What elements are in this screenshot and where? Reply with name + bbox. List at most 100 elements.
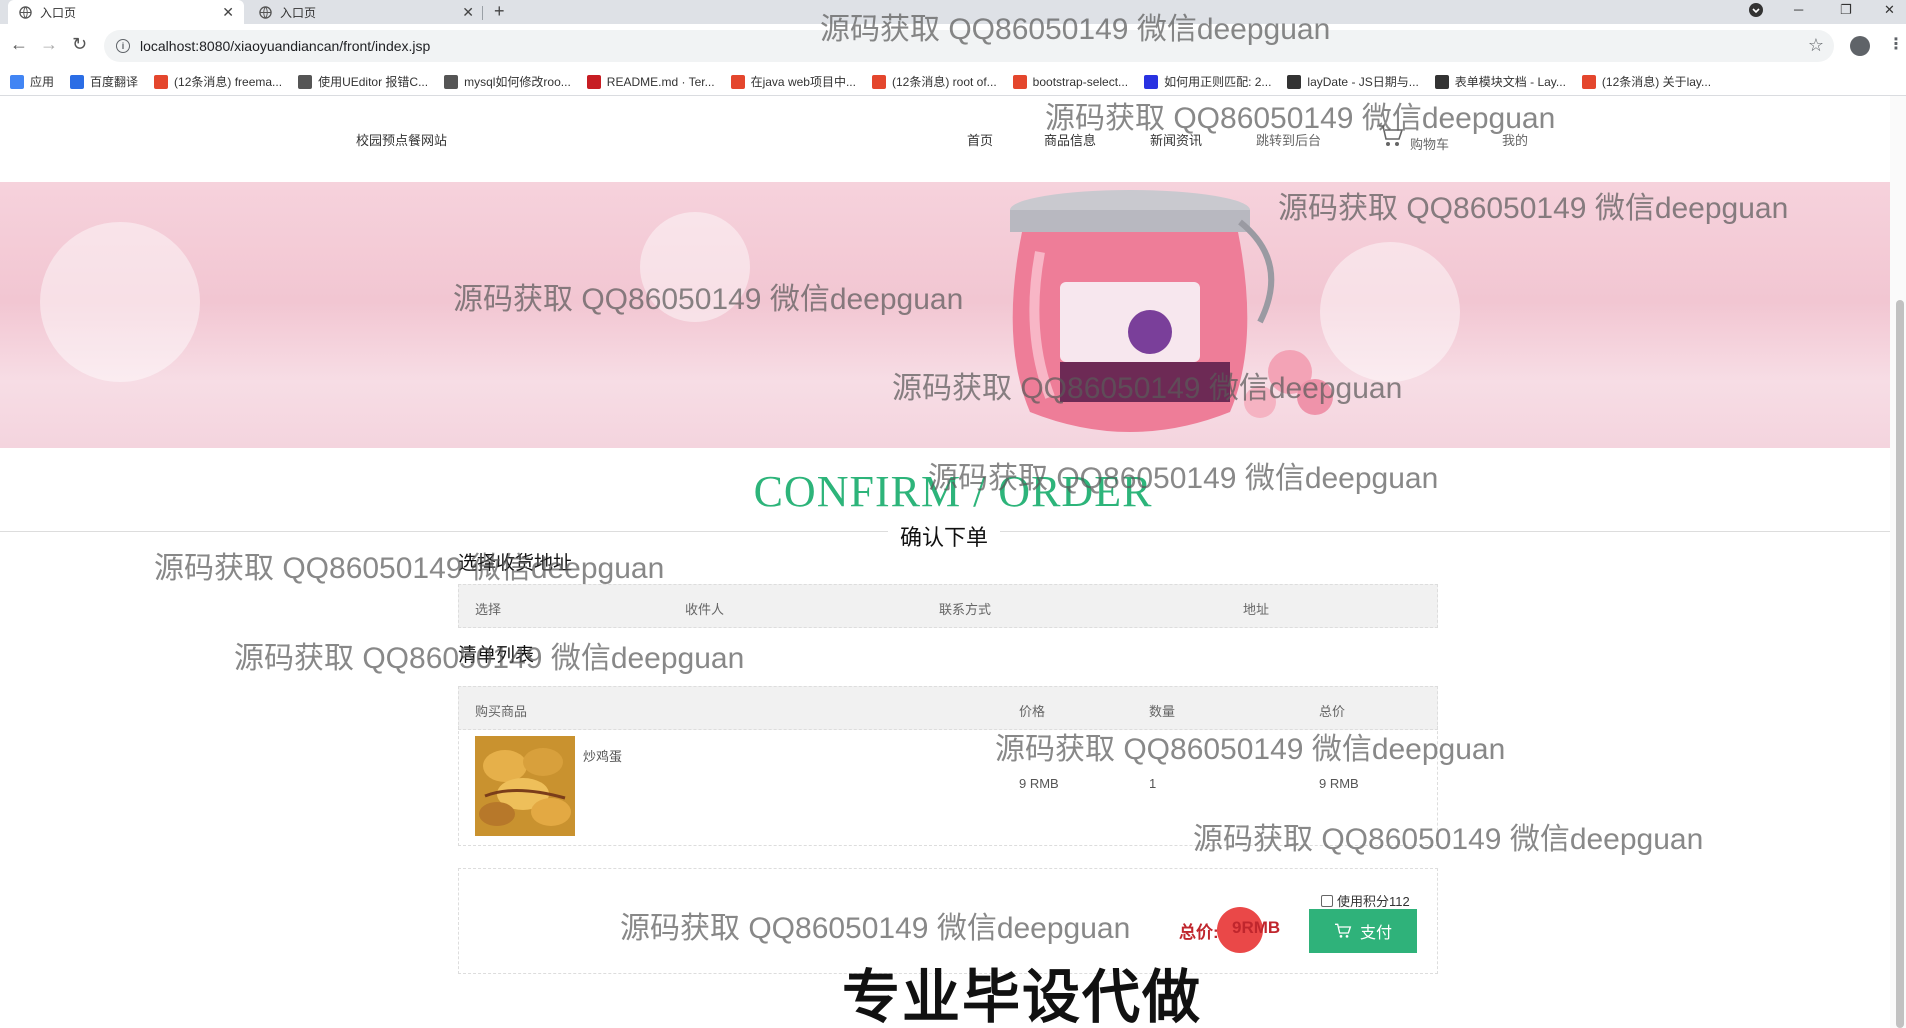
bookmark-item[interactable]: 使用UEditor 报错C... — [298, 73, 428, 90]
nav-cart[interactable]: 购物车 — [1410, 134, 1449, 153]
bookmark-favicon-icon — [1287, 74, 1302, 89]
globe-icon — [258, 5, 272, 19]
item-name[interactable]: 炒鸡蛋 — [583, 746, 622, 765]
bookmark-label: bootstrap-select... — [1032, 74, 1129, 89]
header-total: 总价 — [1319, 704, 1346, 719]
nav-news[interactable]: 新闻资讯 — [1150, 130, 1202, 149]
apps-grid-icon — [10, 74, 24, 89]
item-quantity: 1 — [1149, 776, 1157, 791]
restore-icon[interactable]: ❐ — [1840, 2, 1852, 18]
bookmark-label: 在java web项目中... — [750, 75, 856, 89]
tab-separator — [482, 6, 483, 20]
bookmark-favicon-icon — [586, 74, 601, 89]
bookmarks-bar: 应用 百度翻译 (12条消息) freema... 使用UEditor 报错C... m… — [0, 68, 1906, 96]
bookmark-label: 使用UEditor 报错C... — [318, 75, 429, 89]
bookmark-favicon-icon — [1581, 74, 1596, 89]
new-tab-plus-icon[interactable]: + — [494, 1, 505, 22]
minimize-icon[interactable]: ─ — [1794, 2, 1803, 17]
bookmark-label: (12条消息) 关于lay... — [1601, 75, 1712, 89]
site-logo-title[interactable]: 校园预点餐网站 — [356, 130, 447, 149]
nav-products[interactable]: 商品信息 — [1044, 130, 1096, 149]
address-table-header: 选择 收件人 联系方式 地址 — [458, 584, 1438, 628]
menu-kebab-icon[interactable]: ⋮ — [1888, 34, 1904, 54]
site-header: 校园预点餐网站 首页 商品信息 新闻资讯 跳转到后台 购物车 我的 — [0, 96, 1906, 182]
banner-bokeh — [640, 212, 750, 322]
forward-arrow-icon[interactable]: → — [40, 34, 58, 55]
bookmark-item[interactable]: 百度翻译 — [70, 73, 138, 90]
bookmark-favicon-icon — [871, 74, 886, 89]
use-points-label: 使用积分112 — [1337, 894, 1410, 909]
use-points-checkbox[interactable]: 使用积分112 — [1321, 891, 1410, 910]
address-bar-row: ← → ↻ i localhost:8080/xiaoyuandiancan/f… — [0, 24, 1906, 68]
checkbox-box[interactable] — [1321, 894, 1333, 907]
product-thumbnail — [475, 736, 575, 836]
tab-title: 入口页 — [280, 5, 317, 20]
watermark: 源码获取 QQ86050149 微信deepguan — [154, 552, 665, 585]
hero-banner — [0, 182, 1906, 448]
nav-admin[interactable]: 跳转到后台 — [1256, 130, 1321, 149]
bookmark-item[interactable]: 在java web项目中... — [730, 73, 856, 90]
bookmark-item[interactable]: (12条消息) 关于lay... — [1581, 73, 1712, 90]
header-product: 购买商品 — [475, 704, 528, 719]
bookmark-label: 百度翻译 — [90, 75, 139, 89]
bookmark-star-icon[interactable]: ☆ — [1808, 35, 1824, 56]
bookmark-label: (12条消息) root of... — [891, 75, 997, 89]
close-icon[interactable]: ✕ — [222, 4, 234, 21]
header-quantity: 数量 — [1149, 704, 1176, 719]
bookmark-favicon-icon — [70, 74, 85, 89]
url-text: localhost:8080/xiaoyuandiancan/front/ind… — [140, 38, 431, 54]
browser-tab-1[interactable]: 入口页 ✕ — [8, 0, 244, 24]
bookmark-item[interactable]: mysql如何修改roo... — [444, 73, 571, 90]
reload-icon[interactable]: ↻ — [72, 34, 87, 55]
info-icon[interactable]: i — [116, 39, 130, 53]
browser-tab-2[interactable]: 入口页 ✕ — [248, 0, 484, 24]
section-title-cn: 确认下单 — [888, 520, 1001, 552]
header-select: 选择 — [475, 602, 502, 617]
pay-button[interactable]: 支付 — [1309, 909, 1417, 953]
url-input[interactable]: i localhost:8080/xiaoyuandiancan/front/i… — [104, 30, 1834, 62]
bookmark-label: layDate - JS日期与... — [1307, 75, 1419, 89]
tab-title: 入口页 — [40, 5, 77, 20]
globe-icon — [18, 5, 32, 19]
header-price: 价格 — [1019, 704, 1046, 719]
bookmark-item[interactable]: 如何用正则匹配: 2... — [1144, 73, 1271, 90]
bookmark-favicon-icon — [154, 74, 169, 89]
header-receiver: 收件人 — [685, 602, 725, 617]
bookmark-item[interactable]: (12条消息) root of... — [871, 73, 997, 90]
bookmark-favicon-icon — [1144, 74, 1159, 89]
bookmark-favicon-icon — [730, 74, 745, 89]
profile-dropdown-icon[interactable] — [1748, 2, 1764, 21]
cart-icon[interactable] — [1378, 124, 1404, 146]
promo-banner-text: 专业毕设代做 — [842, 965, 1203, 1028]
bookmark-item[interactable]: 应用 — [10, 73, 54, 90]
bookmark-item[interactable]: (12条消息) freema... — [154, 73, 282, 90]
window-close-icon[interactable]: ✕ — [1884, 2, 1895, 18]
bookmark-label: mysql如何修改roo... — [464, 75, 571, 89]
bookmark-item[interactable]: bootstrap-select... — [1012, 74, 1129, 89]
bookmark-item[interactable]: 表单模块文档 - Lay... — [1434, 73, 1566, 90]
back-arrow-icon[interactable]: ← — [10, 34, 28, 55]
bookmark-item[interactable]: layDate - JS日期与... — [1287, 73, 1419, 90]
order-list-label: 清单列表 — [458, 645, 535, 666]
bookmark-item[interactable]: README.md · Ter... — [586, 74, 715, 89]
banner-bokeh — [1320, 242, 1460, 382]
browser-tab-bar: 入口页 ✕ 入口页 ✕ + ─ ❐ ✕ — [0, 0, 1906, 24]
bookmark-favicon-icon — [1012, 74, 1027, 89]
header-address: 地址 — [1243, 602, 1270, 617]
total-amount: 9RMB — [1232, 918, 1281, 937]
bookmark-favicon-icon — [1434, 74, 1449, 89]
table-row: 炒鸡蛋 9 RMB 1 9 RMB — [458, 726, 1438, 846]
total-label: 总价: — [1179, 923, 1219, 942]
close-icon[interactable]: ✕ — [462, 4, 474, 21]
nav-home[interactable]: 首页 — [967, 130, 993, 149]
address-section-label: 选择收货地址 — [458, 553, 573, 574]
cart-icon — [1334, 923, 1352, 938]
bookmark-favicon-icon — [298, 74, 313, 89]
items-table-header: 购买商品 价格 数量 总价 — [458, 686, 1438, 730]
item-price: 9 RMB — [1019, 776, 1059, 791]
bookmark-label: 表单模块文档 - Lay... — [1454, 75, 1566, 89]
nav-mine[interactable]: 我的 — [1502, 130, 1528, 149]
profile-avatar-icon[interactable] — [1850, 36, 1870, 56]
scrollbar-thumb[interactable] — [1896, 300, 1904, 1028]
banner-bokeh — [40, 222, 200, 382]
